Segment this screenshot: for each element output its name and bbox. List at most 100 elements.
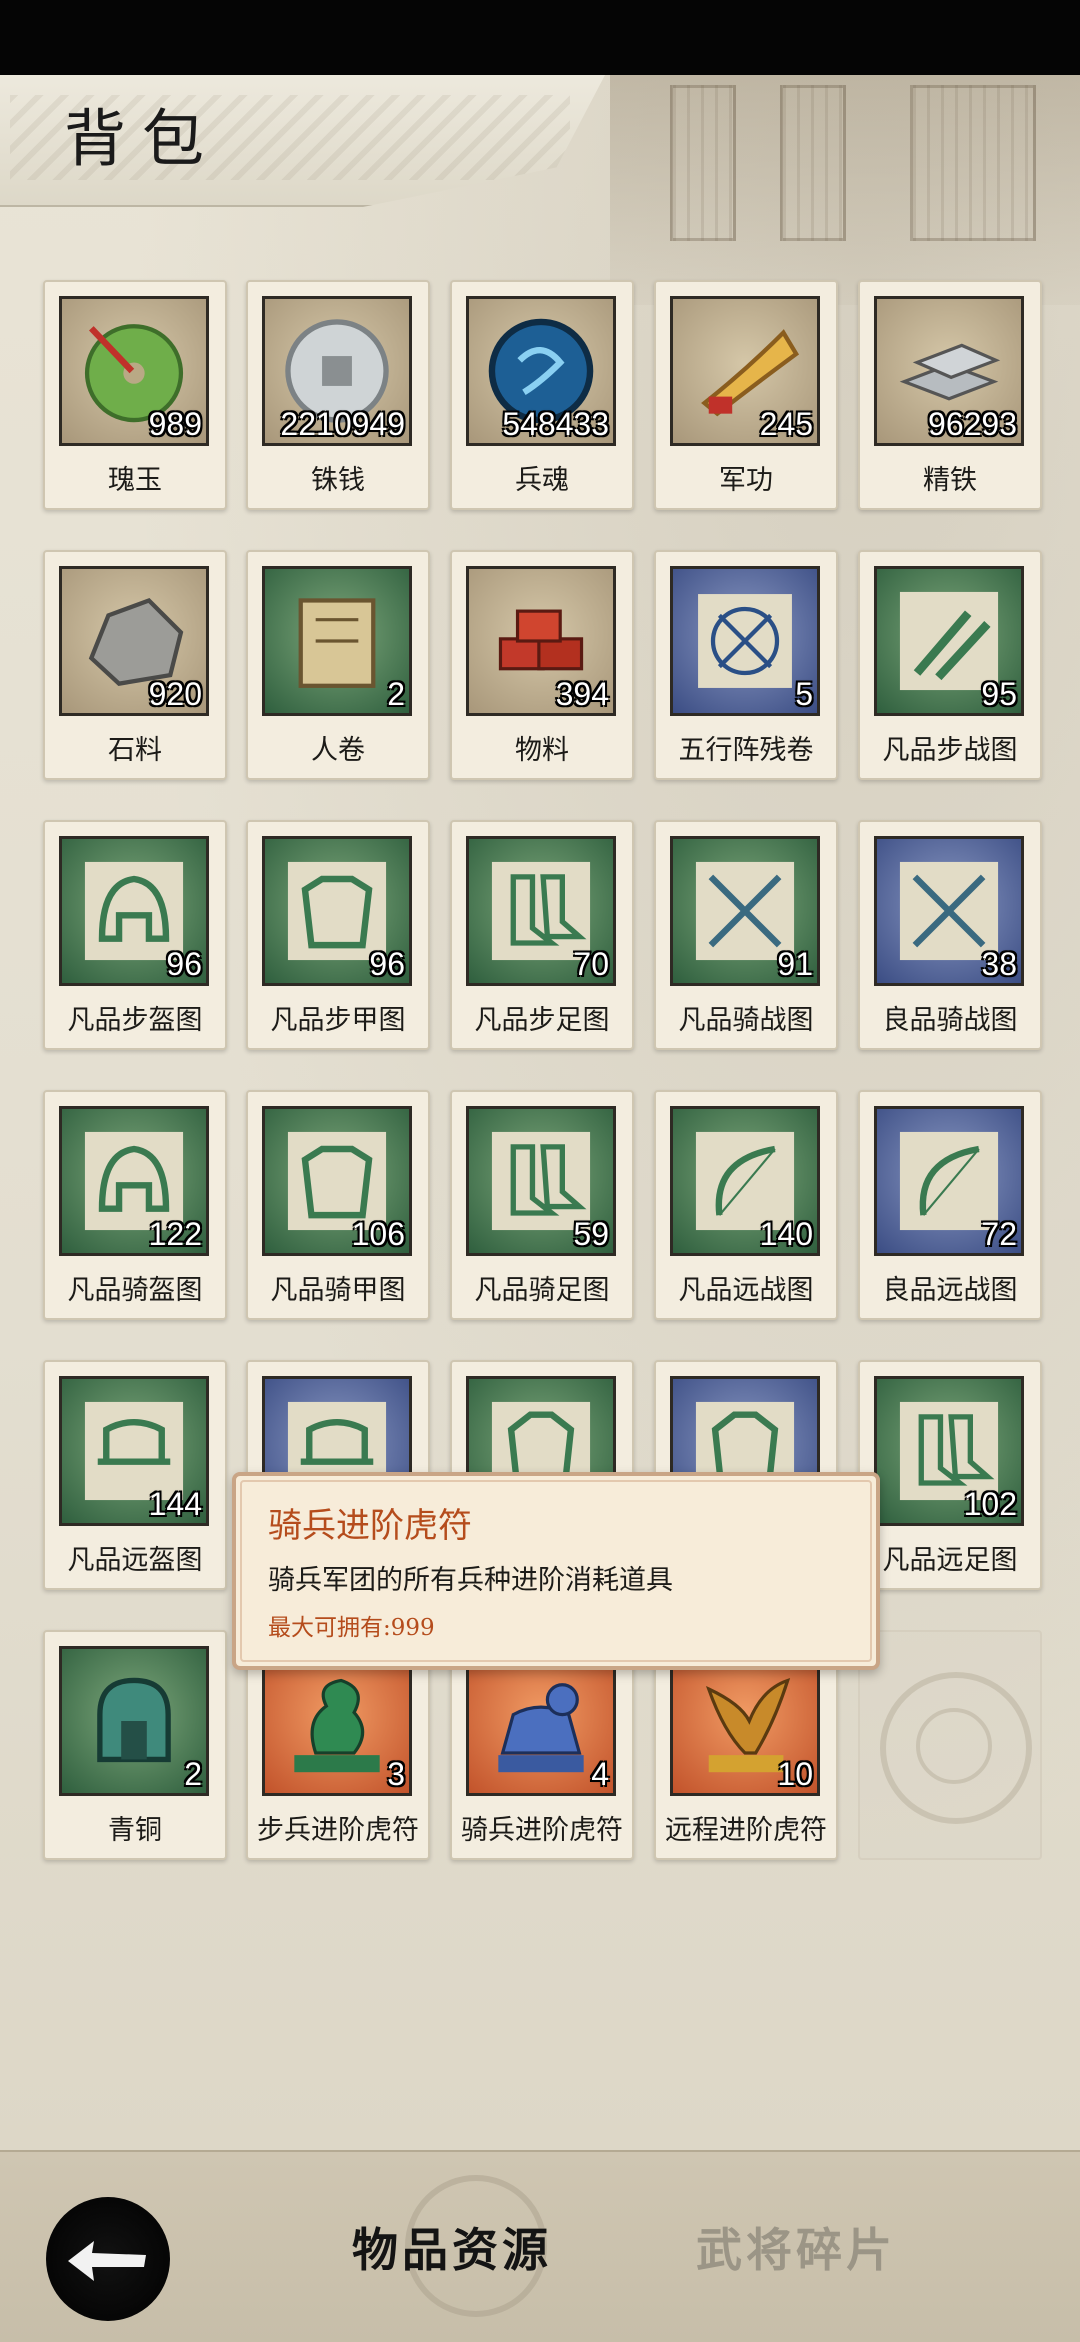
item-count: 102	[963, 1486, 1017, 1522]
back-button[interactable]	[46, 2197, 170, 2321]
inventory-slot[interactable]: 245 军功	[654, 280, 838, 510]
inventory-slot[interactable]: 548433 兵魂	[450, 280, 634, 510]
item-count: 2	[387, 676, 405, 712]
inventory-slot[interactable]: 2 青铜	[43, 1630, 227, 1860]
item-name: 铢钱	[311, 465, 365, 496]
status-bar	[0, 0, 1080, 75]
tooltip-title: 骑兵进阶虎符	[268, 1506, 472, 1546]
item-count: 72	[981, 1216, 1017, 1252]
item-count: 59	[573, 1216, 609, 1252]
item-count: 2	[184, 1756, 202, 1792]
item-frame: 59	[466, 1106, 616, 1256]
item-frame: 106	[262, 1106, 412, 1256]
empty-slot	[858, 1630, 1042, 1860]
item-count: 122	[148, 1216, 202, 1252]
tooltip-description: 骑兵军团的所有兵种进阶消耗道具	[268, 1565, 673, 1596]
item-frame: 96	[262, 836, 412, 986]
tooltip-max-hold: 最大可拥有:999	[268, 1615, 435, 1641]
tiger-tally-icon	[477, 1657, 605, 1785]
item-count: 38	[981, 946, 1017, 982]
item-name: 青铜	[108, 1815, 162, 1846]
inventory-slot[interactable]: 70 凡品步足图	[450, 820, 634, 1050]
item-name: 凡品骑盔图	[67, 1275, 203, 1306]
item-frame: 144	[59, 1376, 209, 1526]
item-name: 精铁	[923, 465, 977, 496]
inventory-slot[interactable]: 989 瑰玉	[43, 280, 227, 510]
inventory-slot[interactable]: 72 良品远战图	[858, 1090, 1042, 1320]
item-name: 凡品骑甲图	[270, 1275, 406, 1306]
item-name: 兵魂	[515, 465, 569, 496]
item-name: 凡品步甲图	[270, 1005, 406, 1036]
inventory-slot[interactable]: 5 五行阵残卷	[654, 550, 838, 780]
inventory-slot[interactable]: 2210949 铢钱	[246, 280, 430, 510]
item-count: 394	[555, 676, 609, 712]
inventory-slot[interactable]: 394 物料	[450, 550, 634, 780]
inventory-slot[interactable]: 122 凡品骑盔图	[43, 1090, 227, 1320]
back-arrow-icon	[68, 2241, 146, 2281]
item-count: 548433	[502, 406, 609, 442]
item-frame: 72	[874, 1106, 1024, 1256]
item-frame: 95	[874, 566, 1024, 716]
inventory-slot[interactable]: 140 凡品远战图	[654, 1090, 838, 1320]
item-tooltip: 骑兵进阶虎符 骑兵军团的所有兵种进阶消耗道具 最大可拥有:999	[232, 1472, 880, 1670]
item-frame: 394	[466, 566, 616, 716]
item-count: 144	[148, 1486, 202, 1522]
item-frame: 245	[670, 296, 820, 446]
item-count: 4	[591, 1756, 609, 1792]
inventory-slot[interactable]: 96 凡品步盔图	[43, 820, 227, 1050]
item-count: 140	[759, 1216, 813, 1252]
item-name: 凡品骑战图	[678, 1005, 814, 1036]
item-name: 凡品远战图	[678, 1275, 814, 1306]
page-title: 背包	[64, 102, 221, 175]
item-frame: 5	[670, 566, 820, 716]
inventory-slot[interactable]: 59 凡品骑足图	[450, 1090, 634, 1320]
inventory-slot[interactable]: 2 人卷	[246, 550, 430, 780]
tab-items[interactable]: 物品资源	[352, 2214, 552, 2280]
item-frame: 122	[59, 1106, 209, 1256]
item-name: 良品骑战图	[882, 1005, 1018, 1036]
item-frame: 989	[59, 296, 209, 446]
inventory-slot[interactable]: 38 良品骑战图	[858, 820, 1042, 1050]
item-count: 106	[351, 1216, 405, 1252]
item-name: 远程进阶虎符	[665, 1815, 827, 1846]
item-count: 96	[166, 946, 202, 982]
inventory-slot[interactable]: 95 凡品步战图	[858, 550, 1042, 780]
item-name: 凡品远盔图	[67, 1545, 203, 1576]
item-name: 良品远战图	[882, 1275, 1018, 1306]
item-count: 3	[387, 1756, 405, 1792]
item-name: 瑰玉	[108, 465, 162, 496]
item-count: 5	[795, 676, 813, 712]
item-frame: 920	[59, 566, 209, 716]
item-name: 凡品步足图	[474, 1005, 610, 1036]
item-name: 石料	[108, 735, 162, 766]
item-frame: 2	[262, 566, 412, 716]
inventory-slot[interactable]: 920 石料	[43, 550, 227, 780]
item-count: 920	[148, 676, 202, 712]
item-frame: 70	[466, 836, 616, 986]
item-count: 70	[573, 946, 609, 982]
inventory-slot[interactable]: 102 凡品远足图	[858, 1360, 1042, 1590]
inventory-slot[interactable]: 144 凡品远盔图	[43, 1360, 227, 1590]
item-frame: 91	[670, 836, 820, 986]
inventory-slot[interactable]: 91 凡品骑战图	[654, 820, 838, 1050]
bronze-icon	[70, 1657, 198, 1785]
item-name: 步兵进阶虎符	[257, 1815, 419, 1846]
item-frame: 96293	[874, 296, 1024, 446]
formation-map-icon	[681, 577, 809, 705]
item-count: 96	[369, 946, 405, 982]
item-count: 10	[777, 1756, 813, 1792]
item-count: 2210949	[280, 406, 405, 442]
item-name: 凡品远足图	[882, 1545, 1018, 1576]
item-frame: 548433	[466, 296, 616, 446]
item-name: 凡品骑足图	[474, 1275, 610, 1306]
background-building	[610, 75, 1080, 305]
inventory-slot[interactable]: 96293 精铁	[858, 280, 1042, 510]
item-count: 95	[981, 676, 1017, 712]
item-count: 245	[759, 406, 813, 442]
item-frame: 2210949	[262, 296, 412, 446]
inventory-slot[interactable]: 106 凡品骑甲图	[246, 1090, 430, 1320]
inventory-slot[interactable]: 96 凡品步甲图	[246, 820, 430, 1050]
tab-generals[interactable]: 武将碎片	[696, 2214, 896, 2280]
dragon-tally-icon	[273, 1657, 401, 1785]
item-count: 91	[777, 946, 813, 982]
